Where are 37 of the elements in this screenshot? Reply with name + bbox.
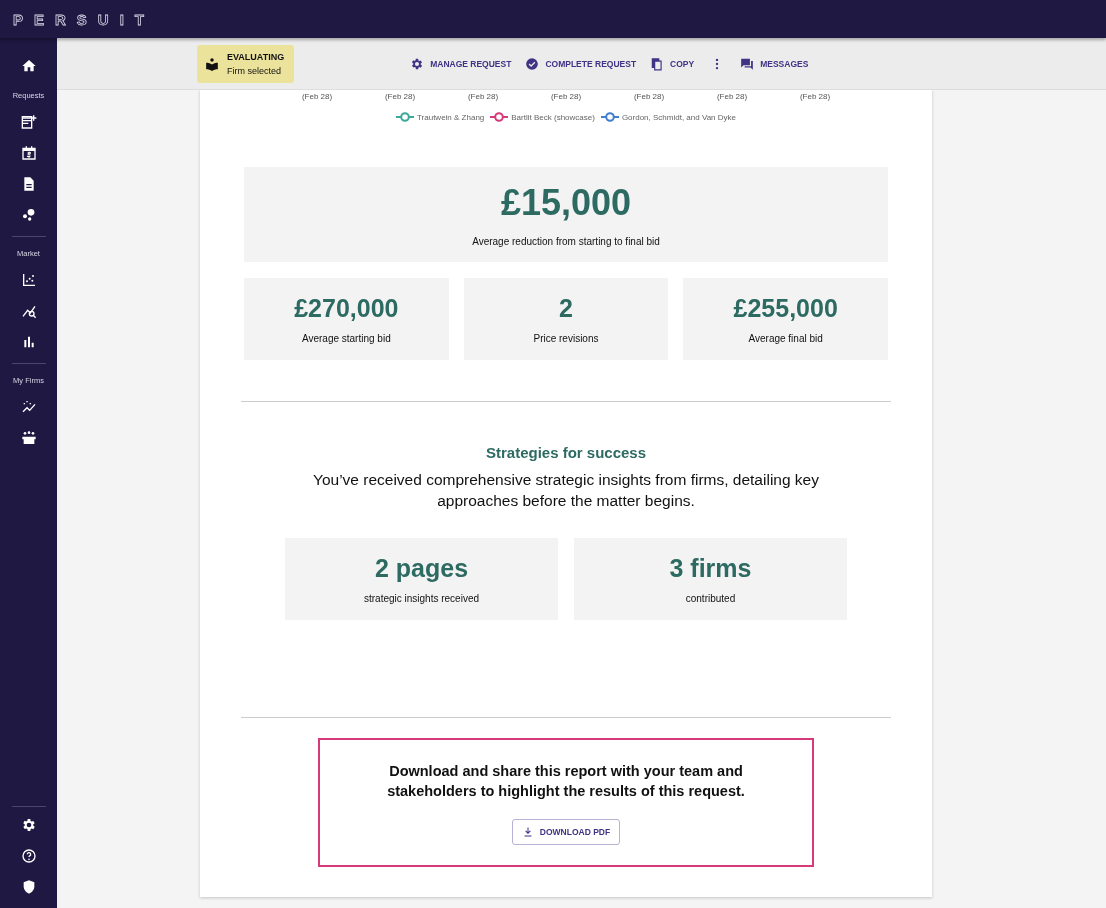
stat-label: Price revisions [533, 333, 599, 344]
axis-tick-label: (Feb 28) [715, 92, 749, 101]
copy-icon [650, 56, 665, 71]
legend-label: Gordon, Schmidt, and Van Dyke [621, 112, 736, 122]
check-circle-icon [525, 56, 540, 71]
book-reader-icon [205, 56, 219, 71]
status-subtitle: Firm selected [227, 65, 282, 76]
section-heading: Strategies for success [485, 444, 647, 461]
messages-icon [740, 56, 755, 71]
axis-tick-label: (Feb 28) [798, 92, 832, 101]
download-text: Download and share this report with your team and stakeholders to highlight the results of this request. [386, 762, 746, 801]
status-title: EVALUATING [227, 51, 285, 62]
stat-label: Average final bid [748, 333, 823, 344]
stat-label: Average reduction from starting to final bid [472, 236, 660, 247]
axis-tick-label: (Feb 28) [300, 92, 334, 101]
legend-label: Bartlit Beck (showcase) [511, 112, 595, 122]
stat-label: contributed [685, 593, 736, 604]
axis-tick-label: (Feb 28) [632, 92, 666, 101]
action-button[interactable]: MESSAGES [740, 56, 809, 71]
download-pdf-button[interactable]: DOWNLOAD PDF [511, 819, 621, 845]
stat-value: £255,000 [733, 294, 838, 323]
legend-label: Trautwein & Zhang [417, 112, 485, 122]
stat-value: 2 pages [374, 554, 469, 583]
axis-tick-label: (Feb 28) [549, 92, 583, 101]
action-button[interactable]: COMPLETE REQUEST [525, 56, 637, 71]
stat-value: 3 firms [669, 554, 752, 583]
stat-value: £270,000 [294, 294, 399, 323]
settings-icon [410, 56, 425, 71]
stat-value: £15,000 [500, 182, 632, 224]
action-button[interactable]: MANAGE REQUEST [410, 56, 512, 71]
axis-tick-label: (Feb 28) [383, 92, 417, 101]
section-text: You’ve received comprehensive strategic insights from firms, detailing key approaches before the matter begins. [312, 470, 820, 511]
stat-label: strategic insights received [363, 593, 480, 604]
stat-value: 2 [559, 294, 573, 323]
action-button[interactable]: COPY [650, 56, 695, 71]
axis-tick-label: (Feb 28) [466, 92, 500, 101]
stat-label: Average starting bid [301, 333, 391, 344]
